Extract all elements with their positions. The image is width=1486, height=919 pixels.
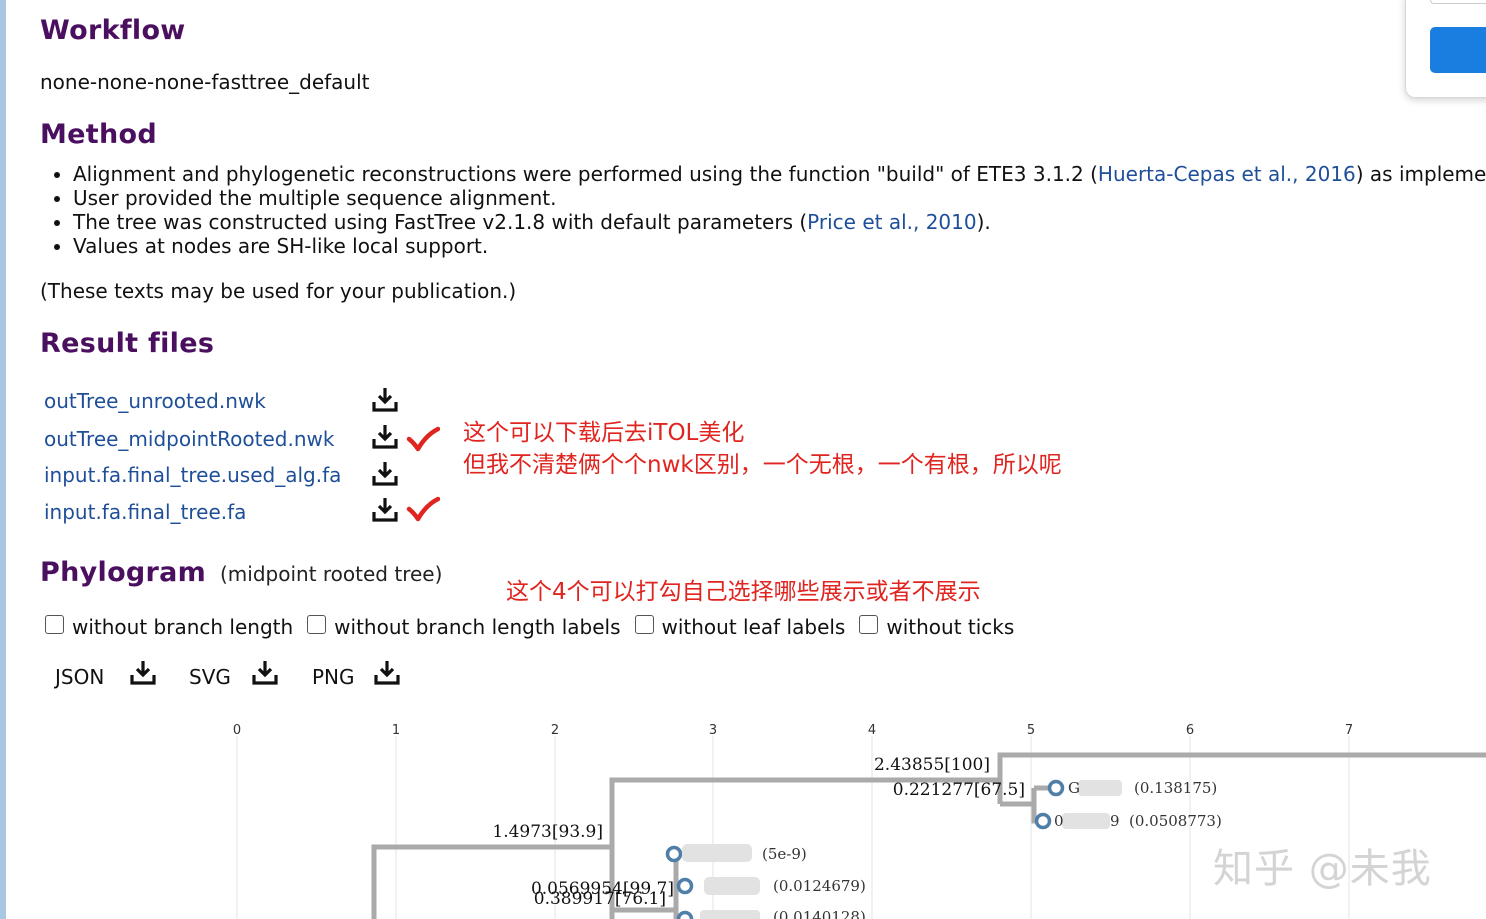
download-icon[interactable] bbox=[251, 659, 279, 687]
redacted-leaf-name bbox=[1078, 780, 1122, 796]
axis-tick-label: 6 bbox=[1186, 723, 1194, 738]
display-options: without branch length without branch len… bbox=[45, 614, 1028, 639]
leaf-node[interactable] bbox=[676, 877, 694, 895]
ref-link-price[interactable]: Price et al., 2010 bbox=[807, 210, 976, 234]
method-item: The tree was constructed using FastTree … bbox=[73, 210, 1486, 234]
redacted-leaf-names bbox=[682, 780, 1122, 919]
red-check-icon bbox=[406, 426, 440, 452]
checkbox-without-leaf-labels[interactable] bbox=[634, 614, 654, 634]
leaf-label: (0.0124679) bbox=[773, 877, 866, 895]
result-files-heading: Result files bbox=[40, 328, 215, 359]
download-icon[interactable] bbox=[371, 423, 399, 451]
axis-tick-label: 1 bbox=[392, 723, 400, 738]
annotation-itol: 这个可以下载后去iTOL美化 bbox=[463, 420, 745, 446]
option-label: without leaf labels bbox=[661, 615, 846, 639]
leaf-label: 0 bbox=[1054, 812, 1064, 830]
download-icon[interactable] bbox=[371, 386, 399, 414]
file-link-used-alg-fa[interactable]: input.fa.final_tree.used_alg.fa bbox=[44, 463, 341, 487]
axis-tick-label: 3 bbox=[709, 723, 717, 738]
leaf-label: (0.0508773) bbox=[1129, 812, 1222, 830]
method-item: User provided the multiple sequence alig… bbox=[73, 186, 1486, 210]
option-label: without ticks bbox=[886, 615, 1015, 639]
leaf-node[interactable] bbox=[1047, 779, 1065, 797]
axis-tick-label: 4 bbox=[868, 723, 876, 738]
ref-link-huerta-cepas[interactable]: Huerta-Cepas et al., 2016 bbox=[1098, 162, 1356, 186]
leaf-label: (0.0140128) bbox=[773, 908, 866, 919]
download-icon[interactable] bbox=[371, 496, 399, 524]
red-check-icon bbox=[406, 496, 440, 522]
method-list: Alignment and phylogenetic reconstructio… bbox=[40, 162, 1486, 258]
download-icon[interactable] bbox=[373, 659, 401, 687]
axis-tick-label: 7 bbox=[1345, 723, 1353, 738]
watermark: 知乎 @未我 bbox=[1213, 846, 1432, 892]
file-link-unrooted-nwk[interactable]: outTree_unrooted.nwk bbox=[44, 389, 266, 413]
checkbox-without-branch-length-labels[interactable] bbox=[307, 614, 327, 634]
leaf-label: G bbox=[1068, 779, 1080, 797]
workflow-heading: Workflow bbox=[40, 15, 186, 46]
file-link-midpoint-rooted-nwk[interactable]: outTree_midpointRooted.nwk bbox=[44, 427, 334, 451]
floating-panel bbox=[1405, 0, 1486, 98]
branch-label: 0.389917[76.1] bbox=[534, 889, 666, 909]
publication-note: (These texts may be used for your public… bbox=[40, 279, 517, 303]
option-label: without branch length bbox=[72, 615, 294, 639]
checkbox-without-branch-length[interactable] bbox=[45, 614, 64, 634]
axis-tick-label: 5 bbox=[1027, 723, 1035, 738]
panel-submit-button[interactable] bbox=[1430, 27, 1486, 73]
panel-input[interactable] bbox=[1430, 0, 1486, 4]
method-item: Values at nodes are SH-like local suppor… bbox=[73, 234, 1486, 258]
export-png-label[interactable]: PNG bbox=[312, 665, 355, 689]
leaf-label: 9 bbox=[1110, 812, 1120, 830]
leaf-node[interactable] bbox=[1034, 812, 1052, 830]
leaf-label: (0.138175) bbox=[1134, 779, 1217, 797]
branch-label: 0.221277[67.5] bbox=[893, 780, 1025, 800]
workflow-value: none-none-none-fasttree_default bbox=[40, 70, 370, 94]
download-icon[interactable] bbox=[129, 659, 157, 687]
branch-label: 2.43855[100] bbox=[874, 755, 990, 775]
phylogram-subtitle: (midpoint rooted tree) bbox=[220, 562, 443, 586]
axis-tick-label: 0 bbox=[233, 723, 241, 738]
redacted-leaf-name bbox=[682, 844, 752, 862]
export-svg-label[interactable]: SVG bbox=[189, 665, 231, 689]
phylogram-heading: Phylogram bbox=[40, 557, 207, 588]
method-item: Alignment and phylogenetic reconstructio… bbox=[73, 162, 1486, 186]
export-json-label[interactable]: JSON bbox=[55, 665, 104, 689]
leaf-node[interactable] bbox=[665, 845, 683, 863]
leaf-node[interactable] bbox=[676, 910, 694, 919]
redacted-leaf-name bbox=[700, 910, 760, 919]
file-link-final-tree-fa[interactable]: input.fa.final_tree.fa bbox=[44, 500, 246, 524]
redacted-leaf-name bbox=[704, 877, 760, 895]
annotation-nwk-difference: 但我不清楚俩个个nwk区别，一个无根，一个有根，所以呢 bbox=[463, 452, 1062, 478]
leaf-label: (5e-9) bbox=[762, 845, 807, 863]
redacted-leaf-name bbox=[1062, 813, 1110, 829]
option-label: without branch length labels bbox=[334, 615, 621, 639]
download-icon[interactable] bbox=[371, 460, 399, 488]
annotation-checkbox-options: 这个4个可以打勾自己选择哪些展示或者不展示 bbox=[506, 579, 981, 605]
method-heading: Method bbox=[40, 119, 157, 150]
branch-label: 1.4973[93.9] bbox=[492, 822, 603, 842]
checkbox-without-ticks[interactable] bbox=[859, 614, 879, 634]
axis-tick-label: 2 bbox=[551, 723, 559, 738]
